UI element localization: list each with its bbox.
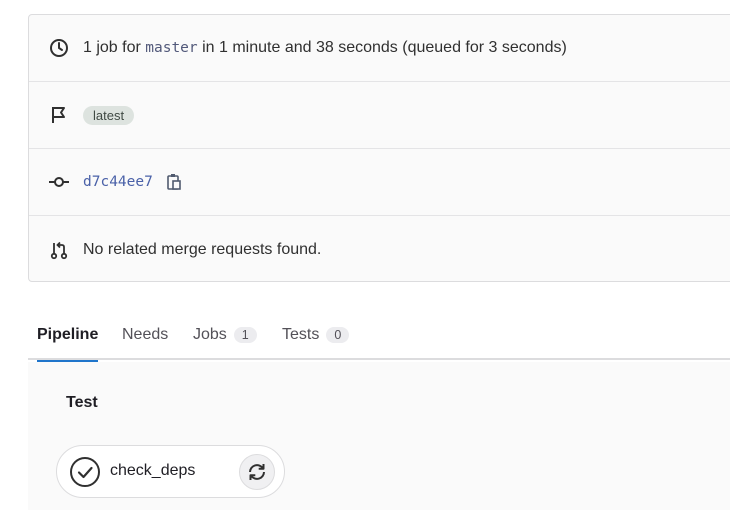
tab-pipeline[interactable]: Pipeline (37, 310, 99, 362)
stage-title: Test (66, 394, 98, 411)
pipeline-tabs: Pipeline Needs Jobs 1 Tests 0 (28, 310, 730, 362)
job-pill[interactable]: check_deps (56, 445, 285, 498)
merge-requests-row: No related merge requests found. (29, 216, 730, 283)
tab-pipeline-label: Pipeline (37, 326, 99, 343)
tests-count-badge: 0 (326, 327, 350, 343)
tab-tests-label: Tests (282, 326, 320, 343)
pipeline-duration-row: 1 job for master in 1 minute and 38 seco… (29, 15, 730, 82)
tab-jobs[interactable]: Jobs 1 (193, 310, 257, 360)
merge-request-icon (48, 239, 70, 261)
commit-icon (48, 171, 70, 193)
commit-row: d7c44ee7 (29, 149, 730, 216)
tag-row: latest (29, 82, 730, 149)
pipeline-graph: Test check_deps (28, 362, 730, 510)
flag-icon (48, 104, 70, 126)
retry-icon[interactable] (239, 454, 275, 490)
merge-requests-text: No related merge requests found. (83, 240, 322, 258)
tab-tests[interactable]: Tests 0 (282, 310, 350, 360)
branch-link[interactable]: master (145, 40, 197, 56)
clock-icon (48, 37, 70, 59)
job-name: check_deps (110, 462, 196, 479)
jobs-count-badge: 1 (233, 327, 257, 343)
tag-badge[interactable]: latest (83, 105, 135, 125)
tab-jobs-label: Jobs (193, 326, 227, 343)
tab-needs[interactable]: Needs (122, 310, 168, 360)
pipeline-info-panel: 1 job for master in 1 minute and 38 seco… (28, 14, 730, 282)
duration-prefix: 1 job for (83, 39, 141, 56)
copy-icon[interactable] (165, 172, 183, 192)
success-check-icon (69, 456, 101, 488)
commit-sha-link[interactable]: d7c44ee7 (83, 174, 153, 190)
duration-text: in 1 minute and 38 seconds (queued for 3… (202, 39, 567, 56)
tab-needs-label: Needs (122, 326, 169, 343)
